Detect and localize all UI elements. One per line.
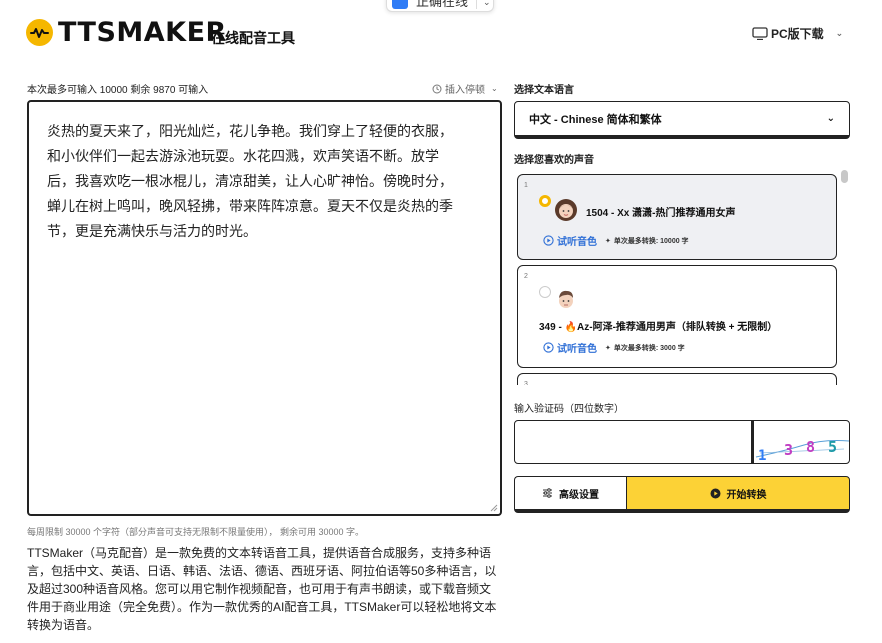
monitor-icon xyxy=(752,27,768,40)
pc-download-button[interactable]: PC版下载 ⌄ xyxy=(752,25,843,42)
resize-handle-icon[interactable] xyxy=(490,504,498,512)
pc-download-label: PC版下载 xyxy=(771,27,824,41)
captcha-digits: 1 3 8 5 xyxy=(758,438,837,464)
logo-text: TTSMAKER xyxy=(58,17,227,48)
svg-text:1: 1 xyxy=(758,448,766,464)
sparkle-icon: ✦ xyxy=(605,345,611,352)
svg-text:3: 3 xyxy=(784,441,793,459)
top-floating-dropdown[interactable]: 正确在线 ⌄ xyxy=(386,0,494,12)
start-conversion-label: 开始转换 xyxy=(726,489,767,501)
waveform-logo-icon xyxy=(26,19,53,46)
language-select[interactable]: 中文 - Chinese 简体和繁体 ⌄ xyxy=(514,101,850,139)
voice-list-scrollbar[interactable] xyxy=(840,170,848,384)
voice-index: 1 xyxy=(524,182,528,189)
voice-card[interactable]: 1 1504 - Xx 潇潇-热门推荐通用女声 试听音色 ✦ 单次最多转换: 1… xyxy=(517,174,837,260)
logo[interactable]: TTSMAKER xyxy=(26,17,227,48)
voice-list[interactable]: 1 1504 - Xx 潇潇-热门推荐通用女声 试听音色 ✦ 单次最多转换: 1… xyxy=(514,168,850,385)
voice-label: 选择您喜欢的声音 xyxy=(514,155,594,166)
max-chars-info: ✦ 单次最多转换: 3000 字 xyxy=(605,343,685,353)
play-circle-icon xyxy=(543,342,554,353)
captcha-label: 输入验证码（四位数字） xyxy=(514,404,624,415)
sparkle-icon: ✦ xyxy=(605,238,611,245)
listen-button[interactable]: 试听音色 xyxy=(543,233,597,248)
voice-card[interactable]: 2 349 - 🔥Az-阿泽-推荐通用男声（排队转换 + 无限制） 试听音色 ✦… xyxy=(517,265,837,368)
text-input-area[interactable]: 炎热的夏天来了，阳光灿烂，花儿争艳。我们穿上了轻便的衣服， 和小伙伴们一起去游泳… xyxy=(27,100,502,516)
max-chars-label: 单次最多转换: 3000 字 xyxy=(613,345,685,352)
play-circle-icon xyxy=(710,488,720,498)
advanced-settings-label: 高级设置 xyxy=(559,489,599,501)
listen-label: 试听音色 xyxy=(557,237,597,248)
chevron-down-icon: ⌄ xyxy=(491,84,498,93)
voice-name: 349 - 🔥Az-阿泽-推荐通用男声（排队转换 + 无限制） xyxy=(539,322,778,333)
listen-label: 试听音色 xyxy=(557,344,597,355)
sliders-icon xyxy=(543,488,552,498)
language-label: 选择文本语言 xyxy=(514,85,574,96)
svg-text:5: 5 xyxy=(828,438,837,456)
female-avatar-icon xyxy=(554,198,578,222)
product-description: TTSMaker（马克配音）是一款免费的文本转语音工具，提供语音合成服务，支持多… xyxy=(27,546,497,632)
chevron-down-icon: ⌄ xyxy=(835,28,844,38)
pill-divider xyxy=(476,0,478,9)
advanced-settings-button[interactable]: 高级设置 xyxy=(514,476,626,513)
listen-button[interactable]: 试听音色 xyxy=(543,340,597,355)
weekly-limit-note: 每周限制 30000 个字符（部分声音可支持无限制不限量使用）， 剩余可用 30… xyxy=(27,527,365,537)
insert-pause-label: 插入停顿 xyxy=(445,85,485,96)
clock-icon xyxy=(432,84,442,93)
logo-subtitle: 在线配音工具 xyxy=(211,30,295,46)
male-avatar-icon xyxy=(554,287,578,311)
app-badge-icon xyxy=(392,0,408,9)
captcha-input[interactable] xyxy=(514,420,754,464)
insert-pause-button[interactable]: 插入停顿 ⌄ xyxy=(432,81,498,96)
max-chars-label: 单次最多转换: 10000 字 xyxy=(613,238,689,245)
radio-selected-icon[interactable] xyxy=(539,195,551,207)
captcha-image[interactable]: 1 3 8 5 xyxy=(753,420,850,464)
voice-index: 2 xyxy=(524,273,528,280)
scrollbar-thumb[interactable] xyxy=(841,170,848,183)
play-circle-icon xyxy=(543,235,554,246)
svg-text:8: 8 xyxy=(806,438,815,456)
editor-text[interactable]: 炎热的夏天来了，阳光灿烂，花儿争艳。我们穿上了轻便的衣服， 和小伙伴们一起去游泳… xyxy=(47,120,482,245)
voice-name: 1504 - Xx 潇潇-热门推荐通用女声 xyxy=(586,208,736,219)
chevron-down-icon[interactable]: ⌄ xyxy=(483,0,491,8)
language-selected-value: 中文 - Chinese 简体和繁体 xyxy=(529,113,662,126)
voice-index: 3 xyxy=(524,381,528,385)
top-pill-label: 正确在线 xyxy=(416,0,469,9)
voice-card[interactable]: 3 xyxy=(517,373,837,385)
max-chars-info: ✦ 单次最多转换: 10000 字 xyxy=(605,236,689,246)
radio-unselected-icon[interactable] xyxy=(539,286,551,298)
start-conversion-button[interactable]: 开始转换 xyxy=(626,476,850,513)
char-limit-text: 本次最多可输入 10000 剩余 9870 可输入 xyxy=(27,85,209,96)
chevron-down-icon: ⌄ xyxy=(826,113,835,124)
